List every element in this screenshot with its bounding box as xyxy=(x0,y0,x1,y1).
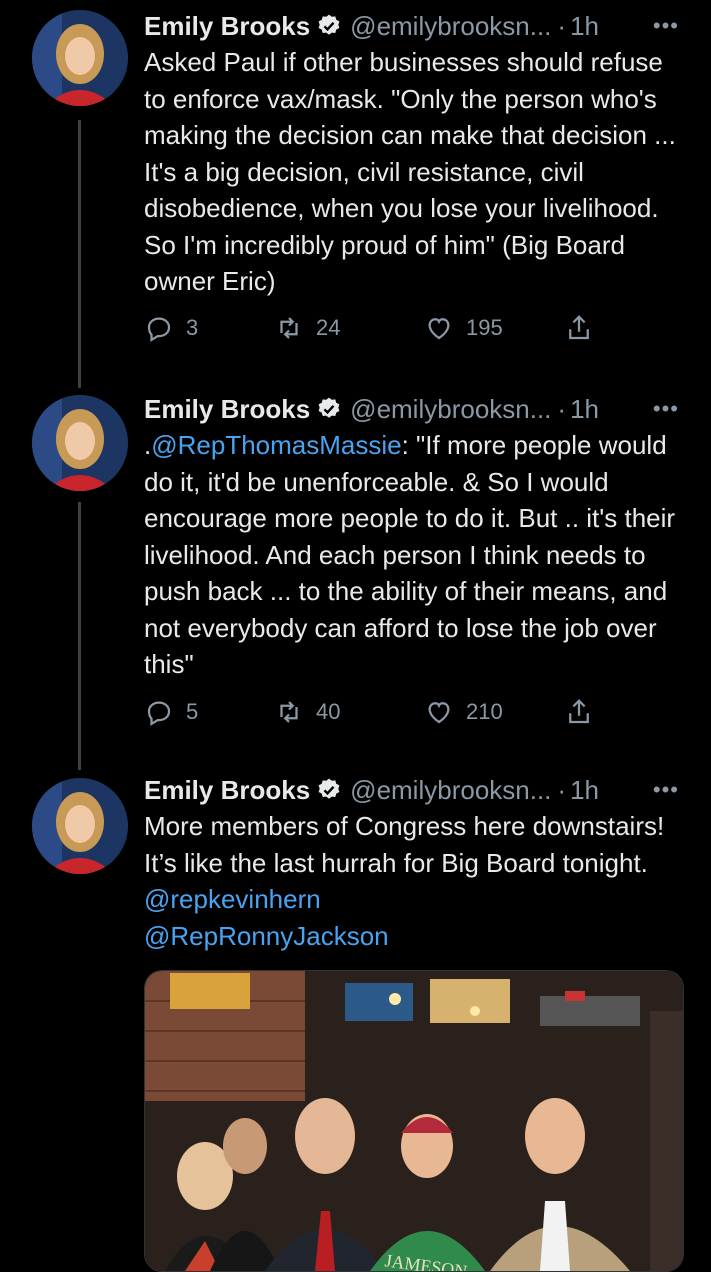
tweet-text: More members of Congress here downstairs… xyxy=(144,808,687,954)
mention-link[interactable]: @RepRonnyJackson xyxy=(144,921,389,951)
separator-dot: · xyxy=(557,775,567,805)
retweet-icon xyxy=(280,317,298,339)
avatar[interactable] xyxy=(32,778,128,874)
text-body: : "If more people would do it, it'd be u… xyxy=(144,430,676,679)
tweet-photo[interactable]: JAMESON xyxy=(144,970,684,1272)
retweet-count: 40 xyxy=(316,699,341,724)
author-name[interactable]: Emily Brooks xyxy=(144,775,310,805)
reply-button[interactable]: 5 xyxy=(144,692,198,732)
retweet-count: 24 xyxy=(316,315,341,340)
avatar[interactable] xyxy=(32,395,128,491)
timestamp[interactable]: 1h xyxy=(570,11,599,41)
like-button[interactable]: 195 xyxy=(424,308,503,348)
separator-dot: · xyxy=(557,394,567,424)
heart-icon xyxy=(428,318,450,340)
like-button[interactable]: 210 xyxy=(424,692,503,732)
verified-badge-icon xyxy=(316,12,342,38)
author-name[interactable]: Emily Brooks xyxy=(144,11,310,41)
tweet-text: .@RepThomasMassie: "If more people would… xyxy=(144,427,687,683)
reply-count: 5 xyxy=(186,699,199,724)
reply-button[interactable]: 3 xyxy=(144,308,198,348)
tweet-actions: 3 24 195 xyxy=(144,308,614,348)
tweet[interactable]: Emily Brooks @emilybrooksn... · 1h ••• More… xyxy=(0,770,711,1272)
like-count: 195 xyxy=(466,315,503,340)
tweet[interactable]: Emily Brooks @emilybrooksn... · 1h ••• Aske… xyxy=(0,0,711,385)
more-options-icon[interactable]: ••• xyxy=(653,8,679,44)
separator-dot: · xyxy=(557,11,567,41)
retweet-button[interactable]: 40 xyxy=(274,692,340,732)
retweet-icon xyxy=(280,701,298,723)
author-handle[interactable]: @emilybrooksn... xyxy=(350,775,551,805)
tweet-header: Emily Brooks @emilybrooksn... · 1h ••• xyxy=(144,391,687,427)
tweet-text: Asked Paul if other businesses should re… xyxy=(144,47,676,296)
timestamp[interactable]: 1h xyxy=(570,394,599,424)
text-body: More members of Congress here downstairs… xyxy=(144,811,665,878)
retweet-button[interactable]: 24 xyxy=(274,308,340,348)
avatar[interactable] xyxy=(32,10,128,106)
share-button[interactable] xyxy=(564,308,606,348)
author-handle[interactable]: @emilybrooksn... xyxy=(350,394,551,424)
reply-count: 3 xyxy=(186,315,199,340)
author-name[interactable]: Emily Brooks xyxy=(144,394,310,424)
verified-badge-icon xyxy=(316,776,342,802)
share-icon xyxy=(569,699,589,724)
like-count: 210 xyxy=(466,699,503,724)
mention-link[interactable]: @RepThomasMassie xyxy=(151,430,401,460)
author-handle[interactable]: @emilybrooksn... xyxy=(350,11,551,41)
tweet[interactable]: Emily Brooks @emilybrooksn... · 1h ••• .@Re… xyxy=(0,385,711,770)
tweet-header: Emily Brooks @emilybrooksn... · 1h ••• xyxy=(144,772,687,808)
tweet-header: Emily Brooks @emilybrooksn... · 1h ••• xyxy=(144,8,687,44)
reply-icon xyxy=(147,701,171,726)
timestamp[interactable]: 1h xyxy=(570,775,599,805)
more-options-icon[interactable]: ••• xyxy=(653,772,679,808)
heart-icon xyxy=(428,702,450,724)
mention-link[interactable]: @repkevinhern xyxy=(144,884,321,914)
share-icon xyxy=(569,315,589,340)
verified-badge-icon xyxy=(316,395,342,421)
reply-icon xyxy=(147,317,171,342)
more-options-icon[interactable]: ••• xyxy=(653,391,679,427)
share-button[interactable] xyxy=(564,692,606,732)
tweet-actions: 5 40 210 xyxy=(144,692,614,732)
